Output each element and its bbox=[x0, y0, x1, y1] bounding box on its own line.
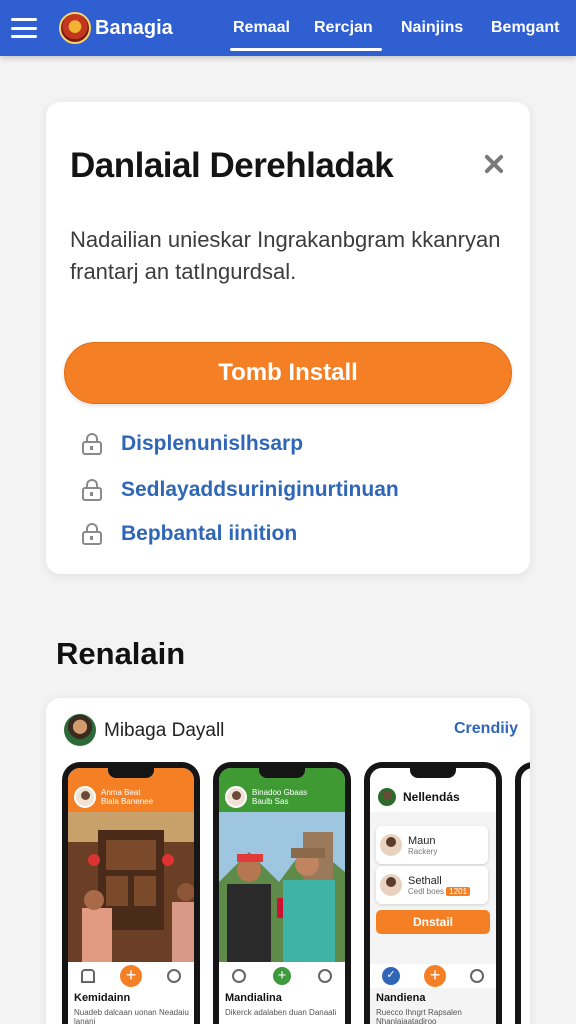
screen-caption-sub: Dikerck adalaben duan Danaali bbox=[225, 1008, 337, 1017]
profile-icon bbox=[470, 969, 484, 983]
search-icon bbox=[317, 969, 332, 983]
menu-icon[interactable] bbox=[11, 18, 37, 38]
developer-link[interactable]: Crendiiy bbox=[454, 720, 518, 738]
list-item-title: Maun bbox=[408, 834, 436, 847]
install-card: Danlaial Derehladak Nadailian unieskar I… bbox=[46, 102, 530, 574]
feature-label: Sedlayaddsuriniginurtinuan bbox=[121, 478, 399, 501]
screen-caption-sub: Nuadeb dalcaan uonan Neadaiu lanani bbox=[74, 1008, 189, 1024]
list-item: Sethall Cedl boes 1201 bbox=[376, 866, 488, 904]
screen-caption-title: Mandialina bbox=[225, 992, 282, 1004]
feature-link[interactable]: Bepbantal iinition bbox=[80, 522, 297, 546]
screen-bottom-nav: + bbox=[219, 964, 345, 988]
phone-screen: Anma Beat Blala Banenee + Kemidainn Nuad… bbox=[68, 768, 194, 1024]
search-icon bbox=[167, 969, 182, 983]
avatar bbox=[225, 786, 247, 808]
add-icon: + bbox=[119, 965, 142, 987]
phone-notch bbox=[410, 768, 456, 778]
screenshot-gallery[interactable]: Mibaga Dayall Crendiiy Anma Beat Blala B… bbox=[46, 698, 530, 1024]
list-item-sub: Cedl boes 1201 bbox=[408, 886, 471, 896]
status-badge: 1201 bbox=[446, 886, 471, 896]
feature-label: Bepbantal iinition bbox=[121, 522, 298, 545]
screenshot-phone[interactable]: Anma Beat Blala Banenee + Kemidainn Nuad… bbox=[62, 762, 200, 1024]
check-icon: ✓ bbox=[382, 967, 400, 985]
screen-caption-sub: Ruecco Ihngrt Rapsalen Nhanlaiaatadiroo bbox=[376, 1008, 462, 1024]
avatar bbox=[376, 786, 398, 808]
app-logo[interactable] bbox=[59, 12, 91, 44]
lock-icon bbox=[80, 433, 104, 455]
screen-header-text: Nellendás bbox=[403, 789, 460, 804]
developer-name: Mibaga Dayall bbox=[104, 720, 225, 741]
card-description: Nadailian unieskar Ingrakanbgram kkanrya… bbox=[70, 227, 501, 284]
install-button[interactable]: Tomb Install bbox=[64, 342, 512, 404]
nav-tab-bemgant[interactable]: Bemgant bbox=[491, 0, 559, 56]
feature-label: Displenunislhsarp bbox=[121, 432, 304, 455]
phone-screen: Binadoo Gbaas Baulb Sas + Mandialina Dik… bbox=[219, 768, 345, 1024]
screen-caption-title: Kemidainn bbox=[74, 992, 131, 1004]
avatar bbox=[74, 786, 96, 808]
scene-image bbox=[219, 812, 345, 962]
chat-icon bbox=[232, 969, 247, 983]
feature-link[interactable]: Displenunislhsarp bbox=[80, 432, 303, 456]
screenshot-phone[interactable]: Nellendás Maun Rackery Sethall Cedl boes… bbox=[364, 762, 502, 1024]
screen-header-text: Anma Beat Blala Banenee bbox=[101, 788, 154, 806]
phone-notch bbox=[259, 768, 305, 778]
home-icon bbox=[80, 969, 95, 983]
screen-header-text: Binadoo Gbaas Baulb Sas bbox=[252, 788, 308, 806]
avatar bbox=[380, 874, 402, 896]
avatar bbox=[380, 834, 402, 856]
card-title: Danlaial Derehladak bbox=[70, 146, 394, 185]
add-icon: + bbox=[424, 965, 446, 987]
phone-screen bbox=[521, 768, 530, 1024]
screenshot-phone[interactable]: Binadoo Gbaas Baulb Sas + Mandialina Dik… bbox=[213, 762, 351, 1024]
screen-bottom-nav: + bbox=[68, 964, 194, 988]
phone-screen: Nellendás Maun Rackery Sethall Cedl boes… bbox=[370, 768, 496, 1024]
list-item: Maun Rackery bbox=[376, 826, 488, 864]
nav-tab-nainjins[interactable]: Nainjins bbox=[401, 0, 463, 56]
top-navigation-bar: Banagia Remaal Rercjan Nainjins Bemgant bbox=[0, 0, 576, 56]
add-icon: + bbox=[272, 967, 291, 985]
brand-name[interactable]: Banagia bbox=[95, 17, 173, 40]
screen-install-button: Dnstail bbox=[376, 910, 490, 934]
developer-avatar bbox=[64, 714, 96, 746]
scene-image bbox=[68, 812, 194, 962]
phone-notch bbox=[108, 768, 154, 778]
section-title: Renalain bbox=[56, 636, 186, 671]
lock-icon bbox=[80, 479, 104, 501]
feature-link[interactable]: Sedlayaddsuriniginurtinuan bbox=[80, 478, 399, 502]
screen-bottom-nav: ✓ + bbox=[370, 964, 496, 988]
close-icon[interactable] bbox=[482, 152, 506, 176]
screenshot-phone-partial[interactable] bbox=[515, 762, 530, 1024]
list-item-title: Sethall bbox=[408, 874, 442, 887]
screen-caption-title: Nandiena bbox=[376, 992, 426, 1004]
list-item-sub-text: Cedl boes bbox=[408, 886, 445, 896]
lock-icon bbox=[80, 523, 104, 545]
active-tab-indicator bbox=[230, 48, 382, 51]
list-item-sub: Rackery bbox=[408, 846, 438, 856]
